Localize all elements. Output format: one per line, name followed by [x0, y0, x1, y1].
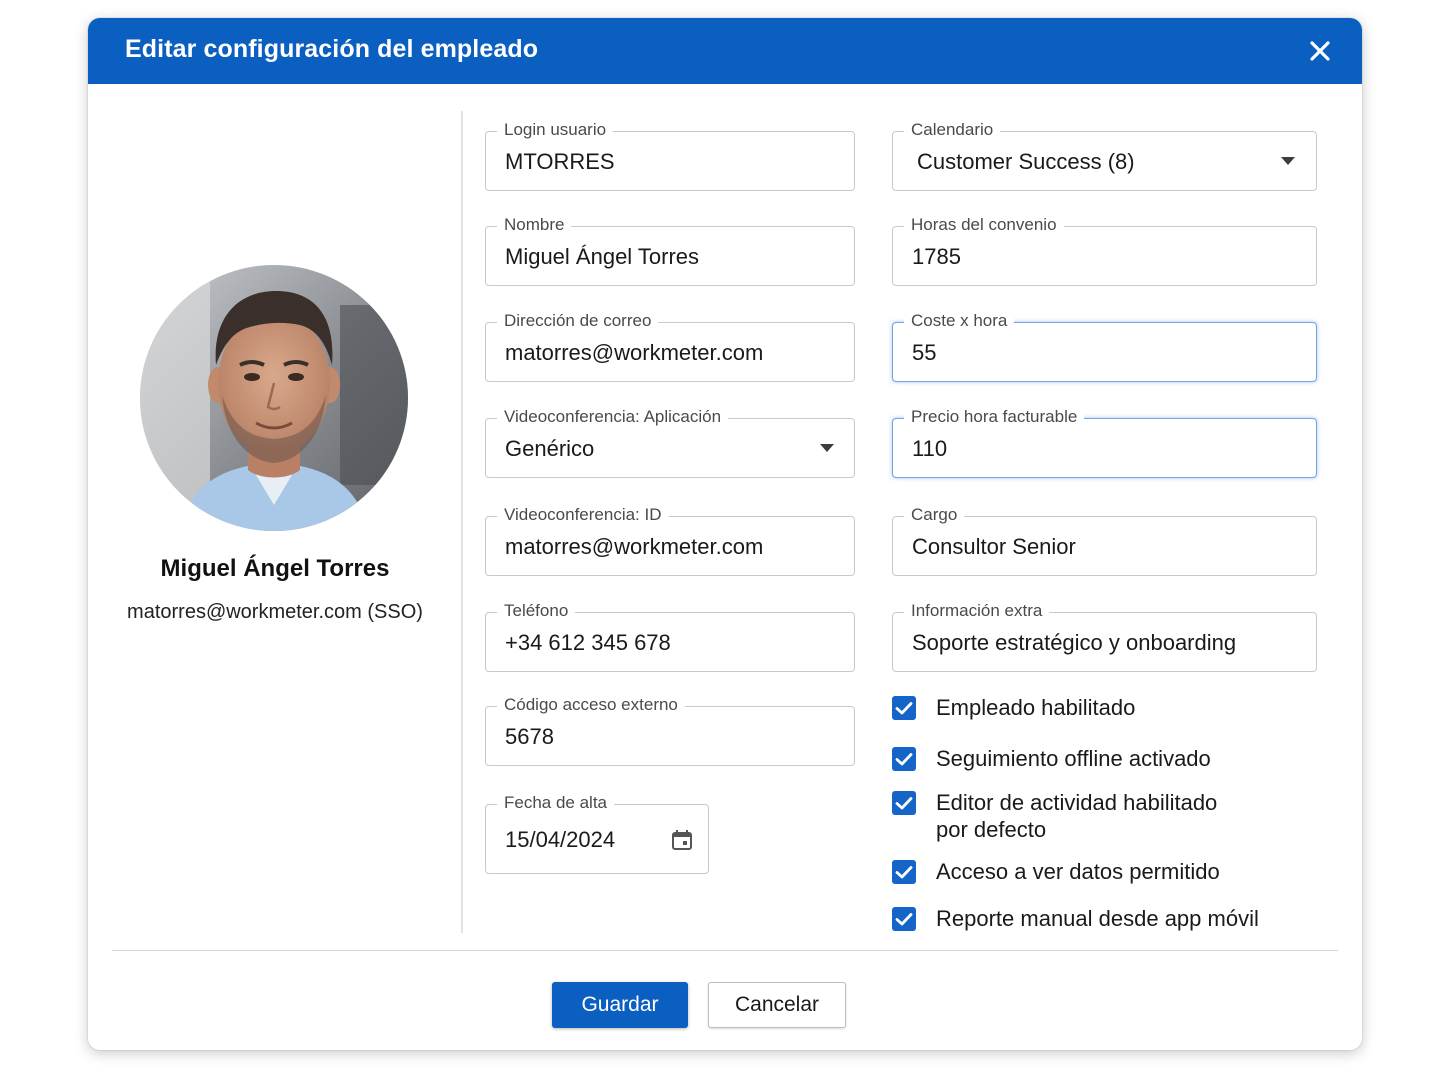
video-id-label: Videoconferencia: ID [497, 505, 669, 525]
close-icon [1310, 41, 1330, 61]
correo-value: matorres@workmeter.com [505, 340, 764, 365]
info-field[interactable]: Información extra Soporte estratégico y … [892, 601, 1317, 672]
correo-field[interactable]: Dirección de correo matorres@workmeter.c… [485, 311, 855, 382]
horas-field[interactable]: Horas del convenio 1785 [892, 215, 1317, 286]
checkbox-label: Acceso a ver datos permitido [936, 859, 1220, 884]
video-app-label: Videoconferencia: Aplicación [497, 407, 729, 427]
checkbox-label: Reporte manual desde app móvil [936, 906, 1259, 931]
codigo-value: 5678 [505, 724, 554, 749]
precio-label: Precio hora facturable [904, 407, 1085, 427]
coste-field[interactable]: Coste x hora 55 [892, 311, 1317, 382]
chevron-down-icon [820, 444, 834, 452]
precio-field[interactable]: Precio hora facturable 110 [892, 407, 1317, 478]
fecha-label: Fecha de alta [497, 793, 615, 813]
nombre-value: Miguel Ángel Torres [505, 244, 700, 269]
nombre-label: Nombre [497, 215, 572, 235]
close-button[interactable] [1304, 35, 1336, 67]
cargo-label: Cargo [904, 505, 965, 525]
calendario-label: Calendario [904, 120, 1001, 140]
fecha-value: 15/04/2024 [505, 827, 616, 852]
footer-divider [112, 950, 1338, 951]
info-label: Información extra [904, 601, 1050, 621]
dialog-header: Editar configuración del empleado [88, 18, 1362, 84]
correo-label: Dirección de correo [497, 311, 659, 331]
nombre-field[interactable]: Nombre Miguel Ángel Torres [485, 215, 855, 286]
calendario-value: Customer Success (8) [917, 149, 1135, 174]
telefono-value: +34 612 345 678 [505, 630, 671, 655]
dialog-title: Editar configuración del empleado [125, 35, 539, 63]
info-value: Soporte estratégico y onboarding [912, 630, 1237, 655]
checkbox-label: Empleado habilitado [936, 695, 1136, 720]
video-id-value: matorres@workmeter.com [505, 534, 764, 559]
cargo-field[interactable]: Cargo Consultor Senior [892, 505, 1317, 576]
avatar [140, 265, 408, 531]
checkbox-checked-icon [892, 747, 916, 771]
column-divider [461, 111, 463, 933]
calendar-icon[interactable] [671, 829, 693, 856]
cargo-value: Consultor Senior [912, 534, 1076, 559]
checkbox-checked-icon [892, 907, 916, 931]
codigo-label: Código acceso externo [497, 695, 685, 715]
checkbox-label: Seguimiento offline activado [936, 746, 1211, 771]
chevron-down-icon [1281, 157, 1295, 165]
codigo-field[interactable]: Código acceso externo 5678 [485, 695, 855, 766]
profile-name: Miguel Ángel Torres [160, 555, 390, 582]
cancel-button[interactable]: Cancelar [708, 982, 846, 1028]
fecha-field[interactable]: Fecha de alta 15/04/2024 [485, 793, 709, 874]
video-id-field[interactable]: Videoconferencia: ID matorres@workmeter.… [485, 505, 855, 576]
video-app-value: Genérico [505, 436, 595, 461]
edit-employee-dialog: Editar configuración del empleado Miguel… [88, 18, 1362, 1050]
checkbox-label: Editor de actividad habilitado por defec… [936, 790, 1218, 842]
login-label: Login usuario [497, 120, 614, 140]
profile-email: matorres@workmeter.com (SSO) [127, 601, 423, 623]
video-app-select[interactable]: Videoconferencia: Aplicación Genérico [485, 407, 855, 478]
avatar-photo [140, 265, 408, 531]
login-field[interactable]: Login usuario MTORRES [485, 120, 855, 191]
coste-label: Coste x hora [904, 311, 1015, 331]
checkbox-checked-icon [892, 696, 916, 720]
telefono-label: Teléfono [497, 601, 576, 621]
telefono-field[interactable]: Teléfono +34 612 345 678 [485, 601, 855, 672]
coste-value: 55 [912, 340, 937, 365]
login-value: MTORRES [505, 149, 615, 174]
horas-label: Horas del convenio [904, 215, 1064, 235]
checkbox-checked-icon [892, 791, 916, 815]
checkbox-checked-icon [892, 860, 916, 884]
precio-value: 110 [912, 436, 948, 461]
calendario-select[interactable]: Calendario Customer Success (8) [892, 120, 1317, 191]
save-button[interactable]: Guardar [552, 982, 688, 1028]
horas-value: 1785 [912, 244, 961, 269]
